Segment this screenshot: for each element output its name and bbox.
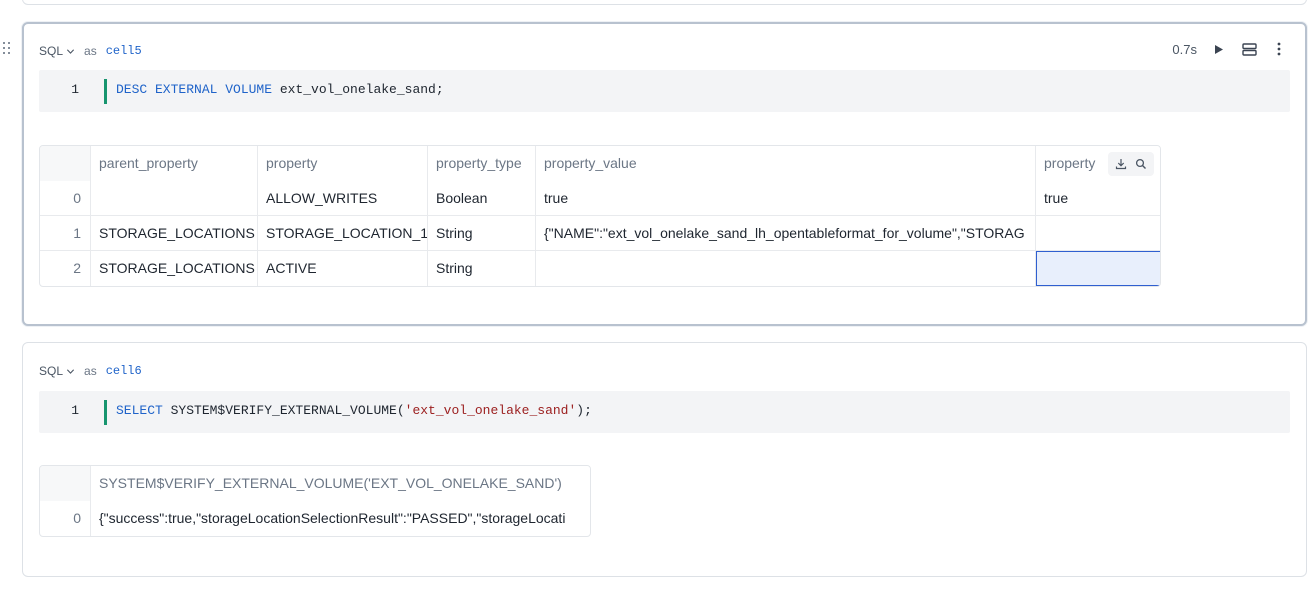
code-text: SYSTEM$VERIFY_EXTERNAL_VOLUME( — [162, 403, 405, 418]
table-cell[interactable]: String — [428, 216, 536, 251]
table-cell[interactable]: true — [536, 181, 1036, 216]
download-icon[interactable] — [1114, 157, 1128, 171]
active-line-indicator — [104, 79, 107, 104]
code-line[interactable]: SELECT SYSTEM$VERIFY_EXTERNAL_VOLUME('ex… — [116, 403, 592, 418]
column-header[interactable]: property — [1036, 146, 1160, 181]
notebook-cell[interactable]: SQL as cell5 0.7s 1 DESC EXTERNAL VOLUME… — [22, 22, 1307, 326]
table-row: 2 STORAGE_LOCATIONS ACTIVE String — [40, 251, 1160, 286]
column-header[interactable]: property_type — [428, 146, 536, 181]
search-icon[interactable] — [1134, 157, 1148, 171]
drag-handle-icon[interactable] — [3, 42, 11, 58]
table-cell[interactable]: STORAGE_LOCATION_1 — [258, 216, 428, 251]
cell-header: SQL as cell6 — [39, 363, 142, 379]
result-table: SYSTEM$VERIFY_EXTERNAL_VOLUME('EXT_VOL_O… — [39, 465, 591, 537]
result-table: parent_property property property_type p… — [39, 145, 1161, 287]
column-header[interactable]: property_value — [536, 146, 1036, 181]
as-label: as — [84, 364, 97, 378]
code-editor[interactable]: 1 DESC EXTERNAL VOLUME ext_vol_onelake_s… — [39, 70, 1290, 112]
chevron-down-icon — [66, 48, 75, 54]
column-header[interactable]: property — [258, 146, 428, 181]
index-header — [40, 466, 91, 501]
index-header — [40, 146, 91, 181]
table-cell[interactable]: ACTIVE — [258, 251, 428, 286]
row-index: 0 — [40, 181, 91, 216]
table-cell[interactable]: String — [428, 251, 536, 286]
table-header-row: parent_property property property_type p… — [40, 146, 1160, 181]
table-cell[interactable] — [536, 251, 1036, 286]
table-cell[interactable]: Boolean — [428, 181, 536, 216]
table-cell[interactable]: STORAGE_LOCATIONS — [91, 251, 258, 286]
table-cell[interactable] — [91, 181, 258, 216]
cell-toolbar: 0.7s — [1172, 41, 1287, 57]
more-vertical-icon[interactable] — [1271, 41, 1287, 57]
column-header-label: property — [1044, 155, 1096, 171]
table-row: 1 STORAGE_LOCATIONS STORAGE_LOCATION_1 S… — [40, 216, 1160, 251]
table-cell[interactable] — [1036, 216, 1160, 251]
code-string: 'ext_vol_onelake_sand' — [404, 403, 577, 418]
chevron-down-icon — [66, 368, 75, 374]
code-text: ext_vol_onelake_sand; — [272, 82, 444, 97]
code-keyword: DESC EXTERNAL VOLUME — [116, 82, 273, 97]
code-text: ); — [576, 403, 592, 418]
code-line[interactable]: DESC EXTERNAL VOLUME ext_vol_onelake_san… — [116, 82, 444, 97]
play-icon[interactable] — [1211, 41, 1227, 57]
table-cell[interactable]: STORAGE_LOCATIONS — [91, 216, 258, 251]
active-line-indicator — [104, 400, 107, 425]
column-tools — [1108, 152, 1154, 176]
row-index: 0 — [40, 501, 91, 536]
table-cell[interactable]: {"NAME":"ext_vol_onelake_sand_lh_opentab… — [536, 216, 1036, 251]
table-cell[interactable]: {"success":true,"storageLocationSelectio… — [91, 501, 590, 536]
notebook-cell[interactable]: SQL as cell6 1 SELECT SYSTEM$VERIFY_EXTE… — [22, 342, 1307, 577]
line-number: 1 — [71, 82, 79, 97]
code-editor[interactable]: 1 SELECT SYSTEM$VERIFY_EXTERNAL_VOLUME('… — [39, 391, 1290, 433]
row-index: 2 — [40, 251, 91, 286]
table-cell[interactable]: ALLOW_WRITES — [258, 181, 428, 216]
table-header-row: SYSTEM$VERIFY_EXTERNAL_VOLUME('EXT_VOL_O… — [40, 466, 590, 501]
language-dropdown[interactable]: SQL — [39, 44, 75, 58]
language-dropdown[interactable]: SQL — [39, 364, 75, 378]
as-label: as — [84, 44, 97, 58]
cell-header: SQL as cell5 — [39, 43, 142, 59]
line-number: 1 — [71, 403, 79, 418]
table-cell[interactable]: true — [1036, 181, 1160, 216]
language-label: SQL — [39, 44, 64, 58]
column-header[interactable]: SYSTEM$VERIFY_EXTERNAL_VOLUME('EXT_VOL_O… — [91, 466, 590, 501]
selected-table-cell[interactable] — [1036, 251, 1160, 286]
cell-name[interactable]: cell5 — [106, 44, 142, 58]
stack-icon[interactable] — [1241, 41, 1257, 57]
execution-time: 0.7s — [1172, 41, 1197, 57]
table-row: 0 {"success":true,"storageLocationSelect… — [40, 501, 590, 536]
row-index: 1 — [40, 216, 91, 251]
language-label: SQL — [39, 364, 64, 378]
cell-name[interactable]: cell6 — [106, 364, 142, 378]
table-row: 0 ALLOW_WRITES Boolean true true — [40, 181, 1160, 216]
previous-cell-edge — [22, 0, 1307, 5]
code-keyword: SELECT — [116, 403, 163, 418]
column-header[interactable]: parent_property — [91, 146, 258, 181]
